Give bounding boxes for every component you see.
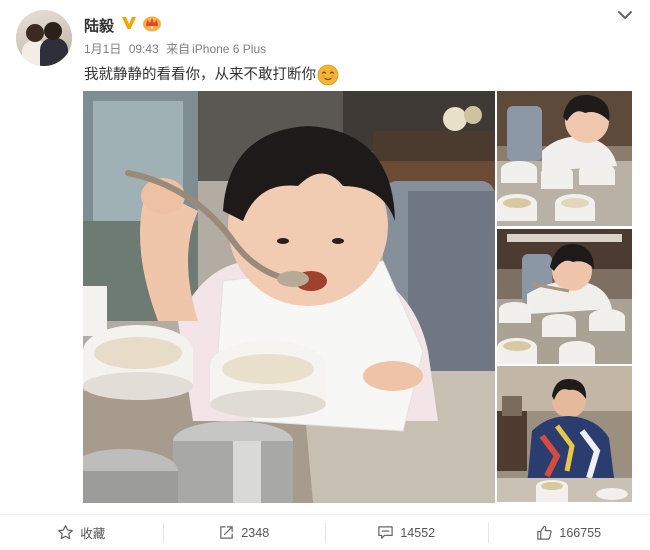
comment-icon — [378, 526, 394, 539]
avatar[interactable] — [16, 10, 72, 66]
weibo-post-card: 陆毅 1月1日 09:43 来自 iPhone 6 Plus 我就静静的看看你，从… — [0, 0, 650, 550]
smile-emoji-icon — [317, 64, 339, 86]
repost-icon — [220, 526, 234, 539]
post-text: 我就静静的看看你，从来不敢打断你 — [84, 64, 339, 86]
post-date[interactable]: 1月1日 — [84, 42, 121, 56]
repost-count: 2348 — [241, 525, 270, 540]
comment-count: 14552 — [400, 525, 436, 540]
repost-button[interactable]: 2348 — [162, 515, 326, 550]
chevron-down-icon[interactable] — [616, 8, 634, 22]
like-button[interactable]: 166755 — [487, 515, 650, 550]
thumbnail-1[interactable] — [497, 91, 632, 226]
like-count: 166755 — [559, 525, 602, 540]
vip-v-icon[interactable] — [121, 15, 137, 31]
source-device[interactable]: iPhone 6 Plus — [192, 42, 266, 56]
action-bar: 收藏 2348 14552 166755 — [0, 514, 650, 550]
main-photo[interactable] — [83, 91, 495, 503]
thumbs-up-icon — [537, 525, 553, 540]
source-prefix: 来自 — [166, 42, 191, 56]
thumbnail-3[interactable] — [497, 366, 632, 502]
user-name[interactable]: 陆毅 — [84, 15, 114, 36]
comment-button[interactable]: 14552 — [325, 515, 488, 550]
post-text-content: 我就静静的看看你，从来不敢打断你 — [84, 67, 316, 83]
star-icon — [58, 525, 74, 540]
favorite-label: 收藏 — [80, 527, 106, 541]
thumbnail-2[interactable] — [497, 229, 632, 364]
crown-icon[interactable] — [142, 14, 162, 32]
favorite-button[interactable]: 收藏 — [0, 515, 163, 550]
post-time[interactable]: 09:43 — [129, 42, 159, 56]
post-meta: 1月1日 09:43 来自 iPhone 6 Plus — [84, 40, 270, 57]
